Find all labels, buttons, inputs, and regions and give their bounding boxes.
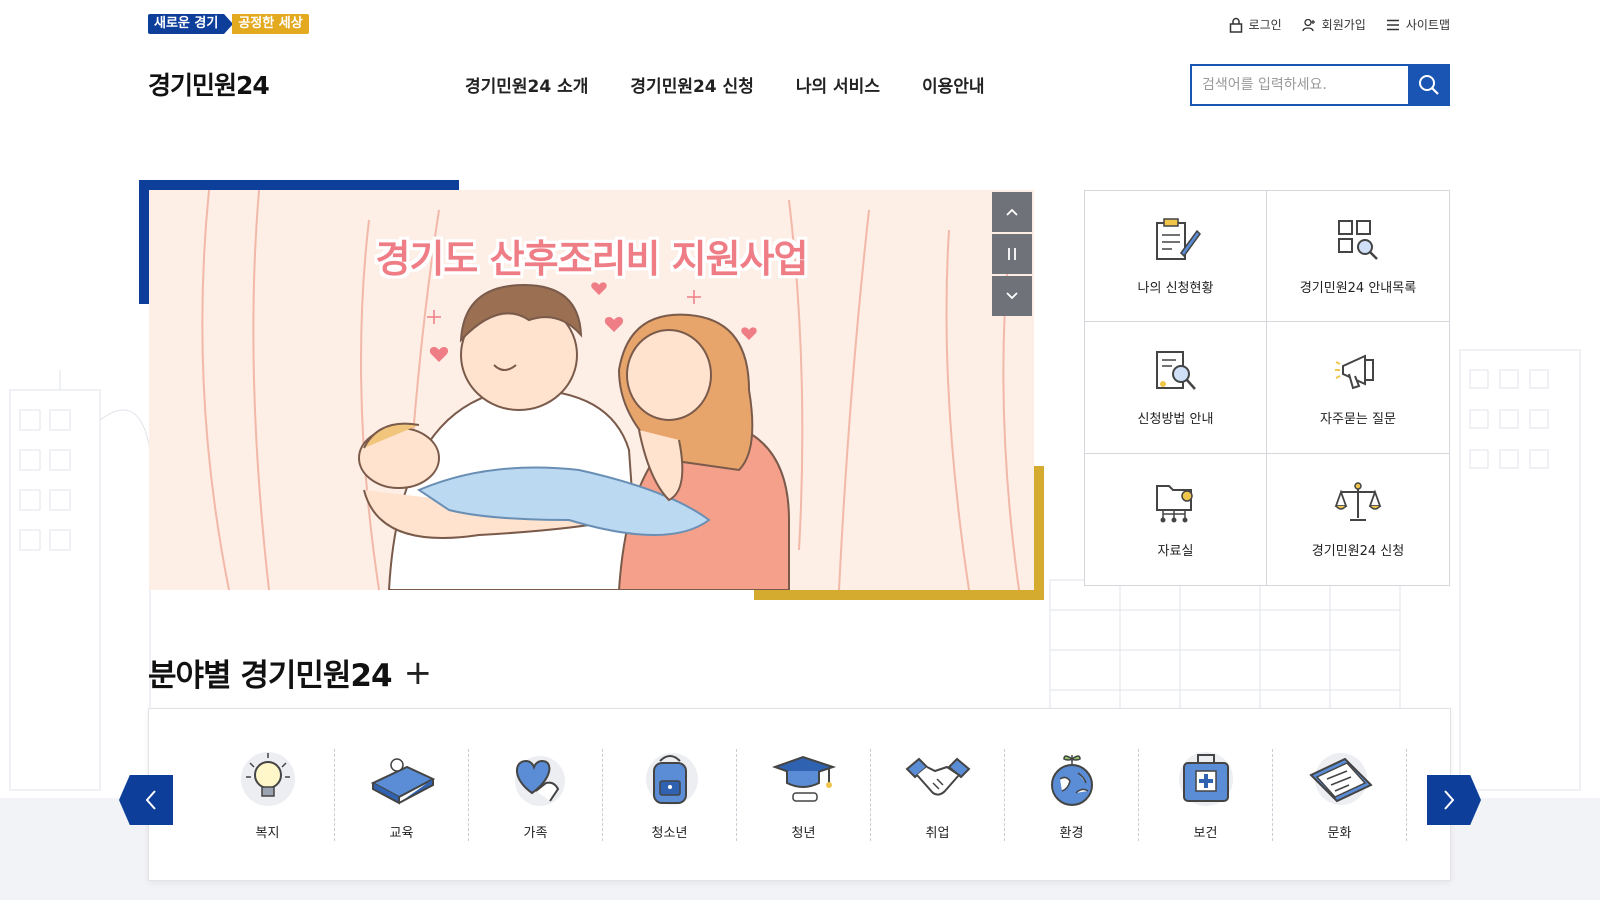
main-banner[interactable]: 경기도 산후조리비 지원사업 (149, 190, 1034, 590)
field-carousel: 복지 교육 가족 청소년 청년 취업 환경 보건 문화 (148, 708, 1451, 881)
backpack-icon (645, 752, 698, 805)
quick-my-status[interactable]: 나의 신청현황 (1085, 191, 1267, 323)
field-prev-button[interactable] (119, 775, 173, 825)
field-item-youth-label: 청소년 (651, 825, 688, 841)
heart-hand-icon (514, 755, 565, 806)
slogan-part2: 공정한 세상 (232, 14, 309, 34)
utility-menu: 로그인 회원가입 사이트맵 (1229, 16, 1450, 33)
field-section-title: 분야별 경기민원24 + (148, 650, 432, 695)
field-item-youth[interactable]: 청소년 (603, 748, 737, 841)
nav-item-apply[interactable]: 경기민원24 신청 (630, 72, 753, 97)
sitemap-link[interactable]: 사이트맵 (1386, 16, 1450, 33)
field-section-more-button[interactable]: + (404, 653, 432, 693)
graduation-cap-icon (771, 755, 836, 802)
slogan-part1: 새로운 경기 (148, 14, 225, 34)
chevron-down-icon (1006, 292, 1018, 300)
banner-frame-right (1034, 466, 1044, 600)
search-icon (1419, 75, 1439, 95)
login-label: 로그인 (1248, 18, 1282, 32)
banner-controls (992, 192, 1032, 316)
banner-pause-button[interactable] (992, 234, 1032, 274)
banner-title: 경기도 산후조리비 지원사업 (375, 237, 809, 281)
field-item-health-label: 보건 (1193, 825, 1218, 841)
search-bar (1190, 64, 1450, 106)
quick-archive[interactable]: 자료실 (1085, 453, 1267, 585)
lock-icon (1229, 17, 1242, 33)
banner-frame-left (139, 180, 149, 304)
clipboard-pen-icon (1155, 217, 1201, 260)
sitemap-label: 사이트맵 (1405, 18, 1450, 32)
quick-apply-label: 경기민원24 신청 (1311, 543, 1405, 559)
nav-item-my-service[interactable]: 나의 서비스 (796, 72, 880, 97)
field-item-welfare-label: 복지 (255, 825, 280, 841)
field-item-employment[interactable]: 취업 (871, 748, 1005, 841)
field-item-young-adult-label: 청년 (791, 825, 816, 841)
search-button[interactable] (1408, 64, 1450, 106)
login-link[interactable]: 로그인 (1229, 16, 1282, 33)
field-item-family-label: 가족 (523, 825, 548, 841)
banner-next-button[interactable] (992, 276, 1032, 316)
banner-frame-bottom (754, 590, 1044, 600)
book-apple-icon (370, 757, 435, 805)
quick-faq[interactable]: 자주묻는 질문 (1267, 322, 1449, 454)
quick-archive-label: 자료실 (1157, 543, 1194, 559)
field-item-employment-label: 취업 (925, 825, 950, 841)
banner-frame-top (139, 180, 459, 190)
quick-apply[interactable]: 경기민원24 신청 (1267, 454, 1449, 585)
folder-network-icon (1155, 484, 1193, 523)
field-item-education[interactable]: 교육 (335, 748, 469, 841)
field-item-culture-label: 문화 (1327, 825, 1352, 841)
site-logo[interactable]: 경기민원24 (148, 66, 270, 102)
lightbulb-icon (240, 751, 295, 806)
field-item-family[interactable]: 가족 (469, 748, 603, 841)
handshake-icon (905, 757, 970, 796)
quick-how-to-apply-label: 신청방법 안내 (1137, 411, 1214, 427)
field-next-button[interactable] (1427, 775, 1481, 825)
banner-prev-button[interactable] (992, 192, 1032, 232)
chevron-up-icon (1006, 208, 1018, 216)
search-input[interactable] (1190, 64, 1408, 106)
nav-item-guide[interactable]: 이용안내 (922, 72, 985, 97)
ticket-icon (1308, 752, 1373, 805)
field-item-environment[interactable]: 환경 (1005, 748, 1139, 841)
user-plus-icon (1302, 18, 1315, 31)
field-item-culture[interactable]: 문화 (1273, 748, 1407, 841)
quick-how-to-apply[interactable]: 신청방법 안내 (1085, 322, 1267, 454)
chevron-left-icon (145, 790, 156, 810)
scales-icon (1334, 482, 1382, 521)
quick-faq-label: 자주묻는 질문 (1320, 411, 1396, 427)
megaphone-icon (1335, 354, 1374, 390)
field-item-health[interactable]: 보건 (1139, 748, 1273, 841)
globe-sprout-icon (1050, 754, 1093, 806)
field-item-environment-label: 환경 (1059, 825, 1084, 841)
document-magnifier-icon (1155, 350, 1196, 390)
quick-my-status-label: 나의 신청현황 (1137, 280, 1214, 296)
field-section-heading: 분야별 경기민원24 (148, 658, 393, 694)
grid-search-icon (1338, 219, 1378, 260)
menu-icon (1386, 19, 1399, 30)
main-navigation: 경기민원24 소개 경기민원24 신청 나의 서비스 이용안내 (465, 72, 985, 97)
slogan-badge: 새로운 경기 공정한 세상 (148, 14, 309, 34)
field-item-education-label: 교육 (389, 825, 414, 841)
field-item-young-adult[interactable]: 청년 (737, 748, 871, 841)
quick-menu-grid: 나의 신청현황 경기민원24 안내목록 신청방법 안내 자주묻는 질문 자료실 … (1084, 190, 1450, 586)
quick-guide-list-label: 경기민원24 안내목록 (1299, 280, 1417, 296)
nav-item-intro[interactable]: 경기민원24 소개 (465, 72, 588, 97)
chevron-right-icon (1444, 790, 1455, 810)
pause-icon (1008, 248, 1016, 260)
quick-guide-list[interactable]: 경기민원24 안내목록 (1267, 191, 1449, 323)
join-link[interactable]: 회원가입 (1302, 16, 1366, 33)
field-item-welfare[interactable]: 복지 (201, 748, 335, 841)
medical-kit-icon (1178, 751, 1233, 806)
join-label: 회원가입 (1321, 18, 1366, 32)
